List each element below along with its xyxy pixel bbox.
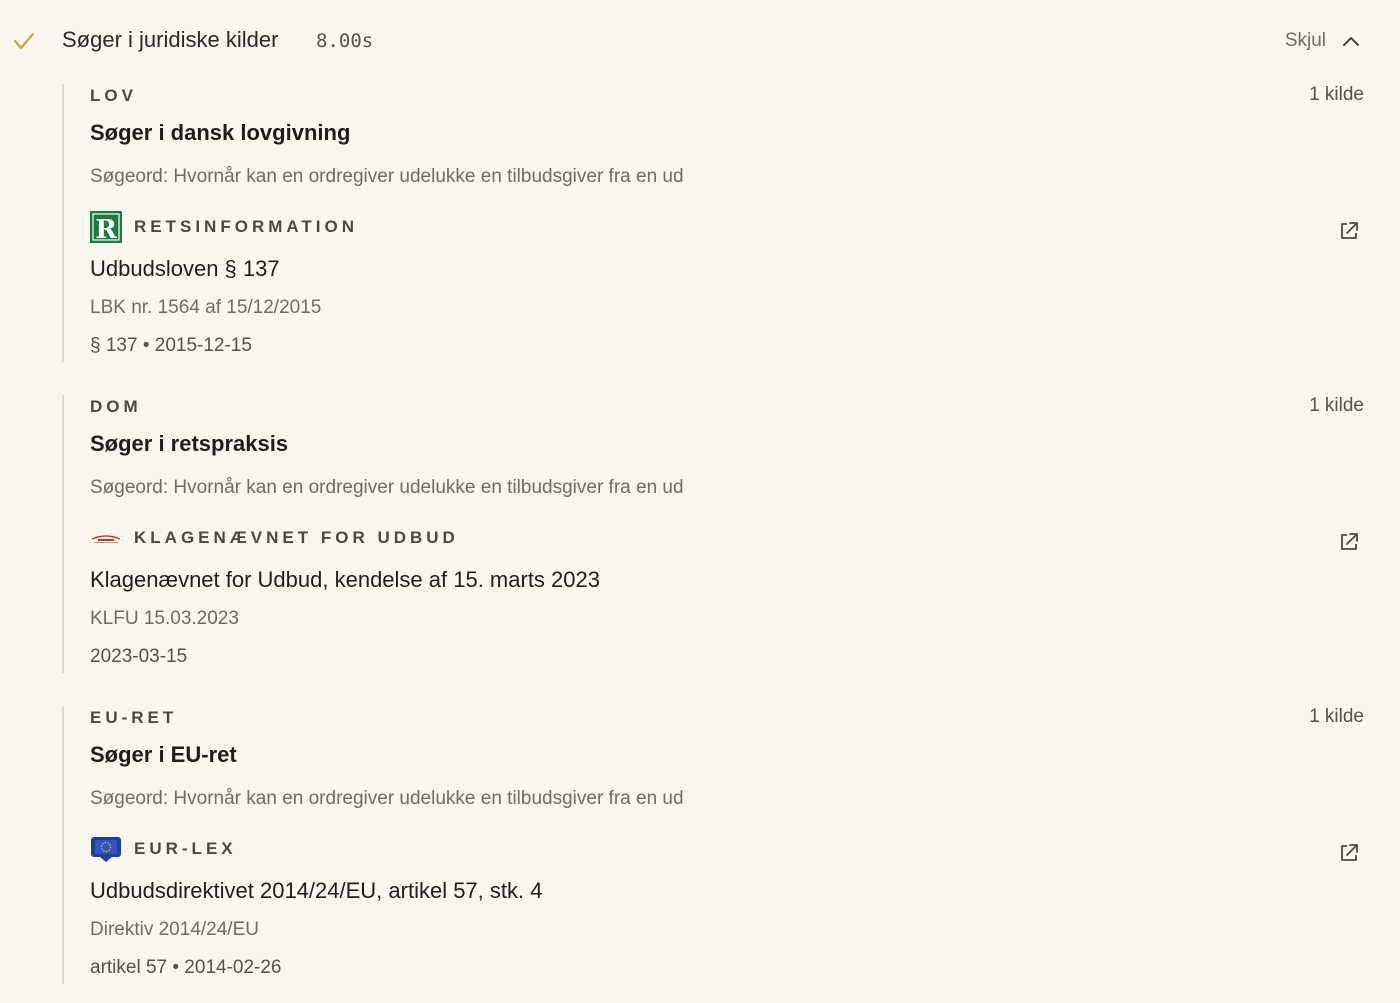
source-name: EUR-LEX xyxy=(134,839,237,858)
source-name: KLAGENÆVNET FOR UDBUD xyxy=(134,528,459,547)
klagenaevnet-logo xyxy=(90,522,122,554)
source-count: 1 kilde xyxy=(1309,395,1364,416)
section-title: Søger i EU-ret xyxy=(90,742,237,767)
hide-label: Skjul xyxy=(1284,30,1326,51)
search-query: Søgeord: Hvornår kan en ordregiver udelu… xyxy=(90,166,684,187)
document-title[interactable]: Udbudsdirektivet 2014/24/EU, artikel 57,… xyxy=(90,878,542,904)
check-icon xyxy=(13,32,35,50)
section-title: Søger i dansk lovgivning xyxy=(90,120,351,145)
svg-text:R: R xyxy=(95,215,117,243)
section-lov: LOV 1 kilde Søger i dansk lovgivning Søg… xyxy=(62,84,1374,362)
hide-button[interactable]: Skjul xyxy=(1285,26,1362,56)
external-link-icon[interactable] xyxy=(1338,220,1360,242)
document-reference: Direktiv 2014/24/EU xyxy=(90,919,259,940)
source-count: 1 kilde xyxy=(1309,84,1364,105)
source-row: EUR-LEX xyxy=(90,832,237,866)
source-name: RETSINFORMATION xyxy=(134,217,359,236)
document-reference: KLFU 15.03.2023 xyxy=(90,608,239,629)
eur-lex-logo xyxy=(90,833,122,865)
external-link-icon[interactable] xyxy=(1338,531,1360,553)
document-meta: 2023-03-15 xyxy=(90,646,188,667)
category-label: LOV xyxy=(90,86,137,105)
search-query: Søgeord: Hvornår kan en ordregiver udelu… xyxy=(90,788,684,809)
retsinformation-logo: R xyxy=(90,211,122,243)
document-meta: § 137 • 2015-12-15 xyxy=(90,335,252,356)
elapsed-time: 8.00s xyxy=(316,30,374,52)
document-title[interactable]: Klagenævnet for Udbud, kendelse af 15. m… xyxy=(90,567,600,593)
document-title[interactable]: Udbudsloven § 137 xyxy=(90,256,280,282)
category-label: EU-RET xyxy=(90,708,178,727)
document-reference: LBK nr. 1564 af 15/12/2015 xyxy=(90,297,322,318)
document-meta: artikel 57 • 2014-02-26 xyxy=(90,957,282,978)
search-query: Søgeord: Hvornår kan en ordregiver udelu… xyxy=(90,477,684,498)
search-title: Søger i juridiske kilder xyxy=(62,27,279,52)
search-status-header: Søger i juridiske kilder 8.00s Skjul xyxy=(0,0,1400,82)
section-title: Søger i retspraksis xyxy=(90,431,289,456)
section-dom: DOM 1 kilde Søger i retspraksis Søgeord:… xyxy=(62,395,1374,673)
source-count: 1 kilde xyxy=(1309,706,1364,727)
source-row: KLAGENÆVNET FOR UDBUD xyxy=(90,521,459,555)
chevron-up-icon xyxy=(1343,37,1359,46)
section-eu-ret: EU-RET 1 kilde Søger i EU-ret Søgeord: H… xyxy=(62,706,1374,984)
category-label: DOM xyxy=(90,397,142,416)
source-row: R RETSINFORMATION xyxy=(90,210,358,244)
external-link-icon[interactable] xyxy=(1338,842,1360,864)
